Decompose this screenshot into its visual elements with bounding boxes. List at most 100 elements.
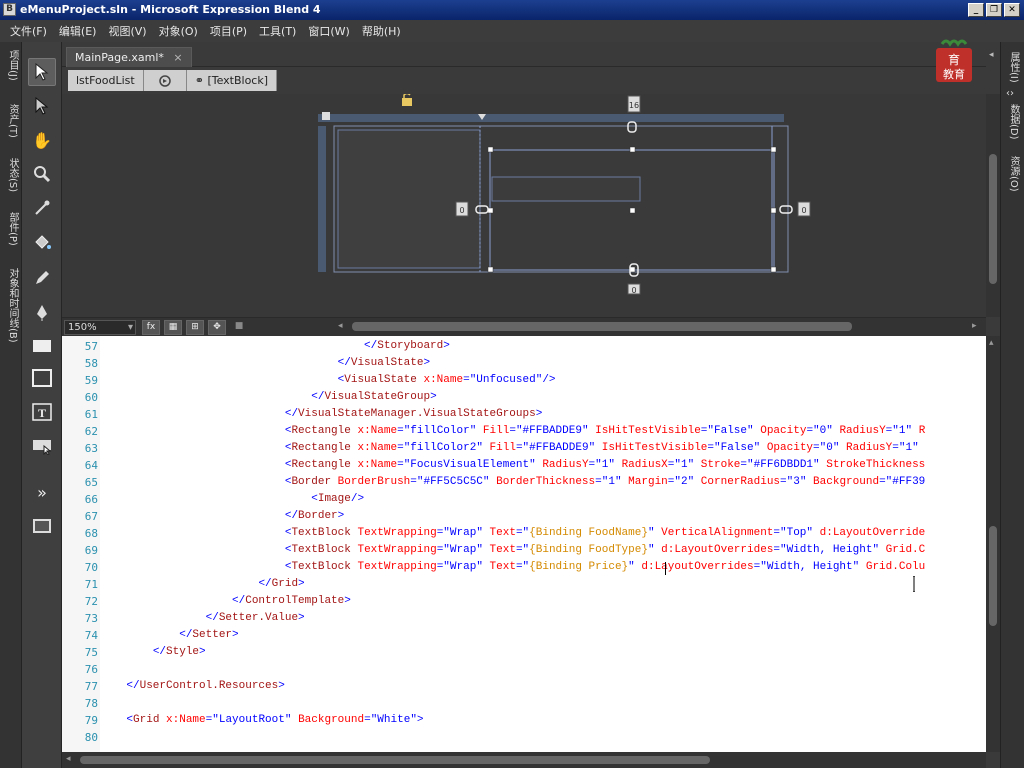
code-line[interactable]: <VisualState x:Name="Unfocused"/> [100, 372, 556, 389]
scroll-right-icon[interactable]: ▸ [972, 321, 977, 331]
code-line[interactable]: </Border> [100, 508, 344, 525]
code-token: =" [397, 425, 411, 437]
menu-project[interactable]: 项目(P) [204, 23, 253, 39]
design-surface[interactable]: 16 0 0 0 [62, 94, 986, 317]
pin-icon[interactable]: ◂ [989, 50, 994, 60]
code-line[interactable]: <Rectangle x:Name="FocusVisualElement" R… [100, 457, 925, 474]
menu-object[interactable]: 对象(O) [153, 23, 204, 39]
lock-icon[interactable] [402, 94, 412, 106]
code-token: " [614, 476, 622, 488]
tab-parts[interactable]: 部件(P) [2, 212, 20, 246]
tab-data[interactable]: 数据(D) [1003, 104, 1021, 140]
grid-mode-icon[interactable] [322, 112, 330, 120]
breadcrumb-textblock[interactable]: ⚭ [TextBlock] [186, 70, 278, 91]
editor-vertical-scrollbar-thumb[interactable] [989, 526, 997, 626]
code-token: 1 [680, 459, 688, 471]
artboard[interactable]: 16 0 0 0 [62, 94, 986, 317]
menu-view[interactable]: 视图(V) [102, 23, 152, 39]
button-tool-icon[interactable] [28, 432, 56, 460]
designer-vertical-scrollbar-thumb[interactable] [989, 154, 997, 284]
scroll-left-icon[interactable]: ◂ [338, 321, 343, 331]
textblock-tool-icon[interactable]: T [28, 398, 56, 426]
tab-projects[interactable]: 项目(J) [2, 50, 20, 81]
code-line[interactable]: <Rectangle x:Name="fillColor" Fill="#FFB… [100, 423, 925, 440]
code-line[interactable]: <Image/> [100, 491, 364, 508]
snap-lines-icon[interactable]: ✥ [208, 320, 226, 335]
eyedropper-tool-icon[interactable] [28, 194, 56, 222]
grid-layout-tool-icon[interactable] [28, 364, 56, 392]
zoom-tool-icon[interactable] [28, 160, 56, 188]
code-line[interactable]: </Storyboard> [100, 338, 450, 355]
scroll-left-icon[interactable]: ◂ [66, 754, 71, 764]
tab-objects-timeline[interactable]: 对象和时间线(B) [2, 268, 20, 343]
zoom-input[interactable]: 150% ▾ [64, 320, 136, 335]
editor-horizontal-scrollbar[interactable]: ◂ [62, 752, 986, 768]
textblock-food-type[interactable] [491, 176, 641, 202]
image-tool-icon[interactable] [28, 512, 56, 540]
restore-button[interactable]: ❐ [986, 3, 1002, 17]
direct-selection-tool-icon[interactable] [28, 92, 56, 120]
code-line[interactable]: <TextBlock TextWrapping="Wrap" Text="{Bi… [100, 542, 925, 559]
xaml-editor[interactable]: 57 58 59 60 61 62 63 64 65 66 67 68 69 70 71 72 73 74 75 76… [62, 336, 986, 752]
minimize-button[interactable]: _ [968, 3, 984, 17]
code-line[interactable]: <TextBlock TextWrapping="Wrap" Text="{Bi… [100, 525, 925, 542]
code-line[interactable]: </Style> [100, 644, 206, 661]
code-brackets-icon[interactable]: ‹› [1006, 88, 1014, 99]
pan-tool-icon[interactable]: ✋ [28, 126, 56, 154]
blend-app-icon[interactable]: B [3, 3, 16, 16]
code-line[interactable]: </VisualStateManager.VisualStateGroups> [100, 406, 542, 423]
code-line[interactable]: </VisualState> [100, 355, 430, 372]
rectangle-tool-icon[interactable] [28, 332, 56, 360]
code-token: False [720, 442, 754, 454]
grid-toggle-icon[interactable]: ▦ [164, 320, 182, 335]
annotations-icon[interactable]: ■ [230, 320, 248, 335]
designer-horizontal-scrollbar-thumb[interactable] [352, 322, 852, 331]
menu-edit[interactable]: 编辑(E) [53, 23, 103, 39]
tab-resources[interactable]: 资源(O) [1003, 156, 1021, 192]
assets-chevron-icon[interactable]: » [28, 478, 56, 506]
pencil-tool-icon[interactable] [28, 264, 56, 292]
tab-properties[interactable]: 属性(I) [1003, 52, 1021, 83]
pen-tool-icon[interactable] [28, 298, 56, 326]
code-token: Border [298, 510, 338, 522]
code-line[interactable]: </ControlTemplate> [100, 593, 351, 610]
effects-toggle-icon[interactable]: fx [142, 320, 160, 335]
code-line[interactable]: </VisualStateGroup> [100, 389, 436, 406]
tab-states[interactable]: 状态(S) [2, 158, 20, 192]
code-line[interactable]: </UserControl.Resources> [100, 678, 284, 695]
template-edit-icon[interactable] [143, 70, 187, 91]
menu-help[interactable]: 帮助(H) [356, 23, 407, 39]
code-line[interactable]: </Setter> [100, 627, 238, 644]
line-number: 71 [84, 578, 98, 591]
close-icon[interactable]: × [173, 51, 182, 64]
scroll-up-icon[interactable]: ▴ [989, 338, 994, 348]
image-border[interactable] [337, 129, 481, 269]
tab-mainpage-xaml[interactable]: MainPage.xaml* × [66, 47, 192, 67]
paint-bucket-tool-icon[interactable] [28, 228, 56, 256]
code-line[interactable]: </Grid> [100, 576, 304, 593]
chevron-down-icon[interactable]: ▾ [128, 321, 133, 334]
code-line[interactable]: <TextBlock TextWrapping="Wrap" Text="{Bi… [100, 559, 925, 576]
code-token: =" [667, 476, 681, 488]
row-ruler[interactable] [318, 126, 326, 272]
editor-vertical-scrollbar[interactable]: ▴ [986, 336, 1000, 752]
breadcrumb-root[interactable]: lstFoodList [68, 70, 144, 91]
tab-assets[interactable]: 资产(T) [2, 104, 20, 138]
code-line[interactable]: <Rectangle x:Name="fillColor2" Fill="#FF… [100, 440, 919, 457]
menu-file[interactable]: 文件(F) [4, 23, 53, 39]
line-number: 72 [84, 595, 98, 608]
close-button[interactable]: ✕ [1004, 3, 1020, 17]
column-ruler[interactable] [318, 114, 784, 122]
menu-tools[interactable]: 工具(T) [253, 23, 302, 39]
code-line[interactable]: </Setter.Value> [100, 610, 305, 627]
line-number: 61 [84, 408, 98, 421]
snap-grid-icon[interactable]: ⊞ [186, 320, 204, 335]
editor-horizontal-scrollbar-thumb[interactable] [80, 756, 710, 764]
designer-vertical-scrollbar[interactable] [986, 94, 1000, 317]
code-line[interactable]: <Grid x:Name="LayoutRoot" Background="Wh… [100, 712, 423, 729]
code-line[interactable]: <Border BorderBrush="#FF5C5C5C" BorderTh… [100, 474, 925, 491]
selection-tool-icon[interactable] [28, 58, 56, 86]
code-token: /> [350, 493, 365, 505]
menu-window[interactable]: 窗口(W) [302, 23, 355, 39]
